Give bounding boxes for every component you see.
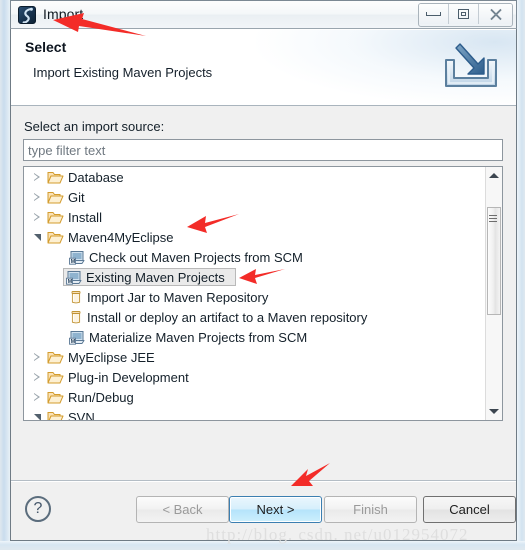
tree-item-database[interactable]: Database — [24, 167, 486, 187]
window-frame-left — [0, 0, 10, 550]
folder-icon — [47, 191, 64, 203]
tree-item-label: Existing Maven Projects — [86, 269, 225, 285]
tree-item-label: Database — [68, 169, 124, 185]
import-source-label: Select an import source: — [24, 119, 165, 134]
minimize-button[interactable] — [419, 4, 449, 24]
tree-item-install-or-deploy-an-artifact-to-a-maven-repository[interactable]: Install or deploy an artifact to a Maven… — [24, 307, 486, 327]
tree-item-run-debug[interactable]: Run/Debug — [24, 387, 486, 407]
scrollbar-thumb[interactable] — [487, 207, 501, 315]
chevron-right-icon — [33, 392, 41, 402]
page-title: Select — [25, 39, 67, 55]
restore-button[interactable] — [449, 4, 479, 24]
tree-expander[interactable] — [30, 407, 44, 420]
tree-item-myeclipse-jee[interactable]: MyEclipse JEE — [24, 347, 486, 367]
eclipse-icon — [18, 6, 36, 24]
import-wizard-icon — [445, 43, 497, 87]
tree-item-label: Plug-in Development — [68, 369, 189, 385]
dialog-footer: ? < Back Next > Finish Cancel — [11, 482, 516, 540]
tree-expander[interactable] — [30, 167, 44, 187]
next-button[interactable]: Next > — [229, 496, 322, 523]
back-button[interactable]: < Back — [136, 496, 229, 523]
chevron-down-icon — [33, 413, 41, 420]
chevron-right-icon — [33, 172, 41, 182]
tree-expander[interactable] — [30, 227, 44, 247]
chevron-right-icon — [33, 352, 41, 362]
maven-project-icon: M — [69, 330, 85, 345]
tree-expander[interactable] — [30, 367, 44, 387]
tree-item-svn[interactable]: SVN — [24, 407, 486, 420]
tree-expander[interactable] — [30, 187, 44, 207]
tree-item-label: Materialize Maven Projects from SCM — [89, 329, 308, 345]
tree-item-existing-maven-projects[interactable]: M Existing Maven Projects — [24, 267, 486, 287]
tree-expander[interactable] — [30, 387, 44, 407]
tree-item-label: SVN — [68, 409, 95, 421]
folder-icon — [47, 211, 64, 223]
help-button[interactable]: ? — [25, 496, 51, 522]
finish-button[interactable]: Finish — [324, 496, 417, 523]
window-frame-right — [517, 0, 525, 550]
restore-icon — [458, 9, 469, 19]
tree-item-label: Install or deploy an artifact to a Maven… — [87, 309, 368, 325]
scroll-down-button[interactable] — [486, 403, 502, 420]
close-icon — [489, 8, 502, 20]
folder-icon — [47, 171, 64, 183]
minimize-icon — [426, 12, 441, 16]
import-source-tree[interactable]: Database Git Install Maven4MyEclipse M Check … — [23, 166, 503, 421]
tree-item-label: Git — [68, 189, 85, 205]
cancel-button[interactable]: Cancel — [423, 496, 516, 523]
wizard-body: Select an import source: Database Git Inst… — [11, 106, 516, 481]
tree-item-maven4myeclipse[interactable]: Maven4MyEclipse — [24, 227, 486, 247]
tree-expander[interactable] — [30, 347, 44, 367]
tree-expander[interactable] — [30, 207, 44, 227]
folder-icon — [47, 371, 64, 383]
window-frame-bottom — [0, 541, 525, 550]
folder-icon — [47, 351, 64, 363]
tree-item-label: Maven4MyEclipse — [68, 229, 174, 245]
maven-jar-icon — [71, 290, 81, 303]
chevron-down-icon — [33, 233, 41, 241]
chevron-right-icon — [33, 212, 41, 222]
maven-jar-icon — [71, 310, 81, 323]
tree-item-plug-in-development[interactable]: Plug-in Development — [24, 367, 486, 387]
svg-text:M: M — [71, 339, 76, 345]
tree-item-label: Import Jar to Maven Repository — [87, 289, 269, 305]
folder-icon — [47, 411, 64, 420]
page-subtitle: Import Existing Maven Projects — [33, 65, 213, 80]
title-bar[interactable]: Import — [10, 0, 517, 29]
tree-item-git[interactable]: Git — [24, 187, 486, 207]
svg-text:M: M — [71, 259, 76, 265]
tree-scrollbar[interactable] — [485, 167, 502, 420]
maven-project-icon: M — [66, 270, 82, 285]
scroll-up-icon — [489, 173, 499, 178]
chevron-right-icon — [33, 192, 41, 202]
tree-item-label: MyEclipse JEE — [68, 349, 155, 365]
folder-icon — [47, 231, 64, 243]
scroll-up-button[interactable] — [486, 167, 502, 184]
tree-item-materialize-maven-projects-from-scm[interactable]: M Materialize Maven Projects from SCM — [24, 327, 486, 347]
tree-item-label: Run/Debug — [68, 389, 134, 405]
tree-item-install[interactable]: Install — [24, 207, 486, 227]
svg-text:M: M — [68, 279, 73, 285]
tree-item-label: Check out Maven Projects from SCM — [89, 249, 303, 265]
folder-icon — [47, 391, 64, 403]
window-title: Import — [43, 6, 84, 22]
tree-item-check-out-maven-projects-from-scm[interactable]: M Check out Maven Projects from SCM — [24, 247, 486, 267]
maven-project-icon: M — [69, 250, 85, 265]
wizard-header: Select Import Existing Maven Projects — [11, 30, 516, 106]
scroll-down-icon — [489, 409, 499, 414]
window-controls — [418, 3, 513, 27]
tree-item-import-jar-to-maven-repository[interactable]: Import Jar to Maven Repository — [24, 287, 486, 307]
chevron-right-icon — [33, 372, 41, 382]
scrollbar-grip-icon — [489, 215, 497, 222]
filter-input[interactable] — [23, 139, 503, 161]
tree-item-list: Database Git Install Maven4MyEclipse M Check … — [24, 167, 486, 420]
tree-item-label: Install — [68, 209, 102, 225]
close-button[interactable] — [479, 4, 512, 24]
import-wizard-window: Import Select Import Existing Maven Proj… — [0, 0, 525, 550]
